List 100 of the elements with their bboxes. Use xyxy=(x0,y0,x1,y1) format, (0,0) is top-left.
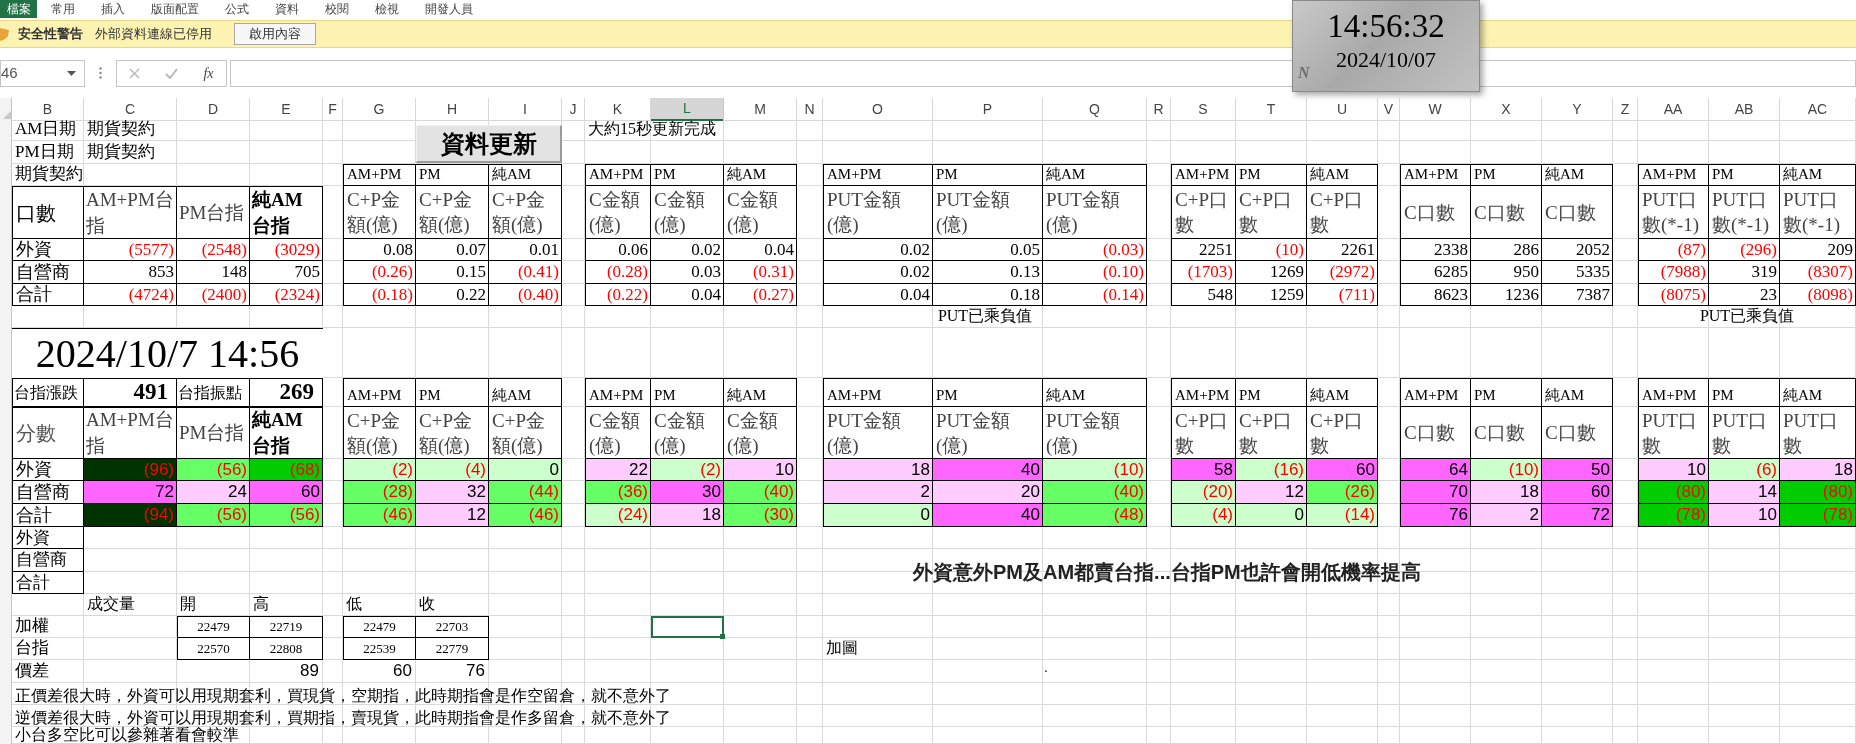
table-cell: (296) xyxy=(1709,239,1780,261)
column-header[interactable]: Q xyxy=(1043,98,1147,121)
column-header[interactable]: J xyxy=(562,98,585,121)
column-header[interactable]: L xyxy=(651,98,724,121)
column-header[interactable]: P xyxy=(933,98,1043,121)
column-header[interactable]: Z xyxy=(1613,98,1638,121)
table-cell: 1269 xyxy=(1236,261,1307,284)
column-header: 純AM xyxy=(1043,378,1147,407)
ribbon-tab[interactable]: 校閱 xyxy=(325,0,349,18)
ribbon-tab[interactable]: 版面配置 xyxy=(151,0,199,18)
row-header: 外資 xyxy=(12,239,84,261)
table-cell: (14) xyxy=(1307,504,1378,527)
column-header[interactable]: AC xyxy=(1780,98,1856,121)
column-header: AM+PM xyxy=(1400,164,1471,186)
table-cell: 22479 xyxy=(177,616,250,638)
table-cell: (0.27) xyxy=(724,284,797,306)
column-header[interactable]: K xyxy=(585,98,651,121)
column-header[interactable]: E xyxy=(250,98,323,121)
column-header[interactable]: Y xyxy=(1542,98,1613,121)
column-header[interactable]: AB xyxy=(1709,98,1780,121)
column-header: 純AM xyxy=(1307,378,1378,407)
column-header: PUT口數(*-1) xyxy=(1709,186,1780,239)
column-header[interactable]: X xyxy=(1471,98,1542,121)
table-cell: (0.22) xyxy=(585,284,651,306)
table-cell: 0.07 xyxy=(416,239,489,261)
table-cell: 60 xyxy=(1542,481,1613,504)
column-header[interactable]: D xyxy=(177,98,250,121)
stat-label: 台指漲跌 xyxy=(12,378,84,407)
drag-handle-icon[interactable] xyxy=(99,67,102,79)
ribbon-tab[interactable]: 插入 xyxy=(101,0,125,18)
check-icon[interactable] xyxy=(165,67,179,79)
table-cell: 286 xyxy=(1471,239,1542,261)
note-text: 小台多空比可以參雜著看會較準 xyxy=(14,727,240,744)
column-header[interactable]: I xyxy=(489,98,562,121)
table-cell: 2261 xyxy=(1307,239,1378,261)
cell-text: 60 xyxy=(392,660,413,682)
column-header[interactable]: W xyxy=(1400,98,1471,121)
stat-value: 491 xyxy=(84,378,177,407)
column-header[interactable]: C xyxy=(84,98,177,121)
table-cell: (0.40) xyxy=(489,284,562,306)
table-cell: 72 xyxy=(1542,504,1613,527)
column-header[interactable]: H xyxy=(416,98,489,121)
column-header[interactable]: G xyxy=(343,98,416,121)
column-header[interactable]: N xyxy=(797,98,823,121)
cancel-icon[interactable] xyxy=(129,67,141,79)
cell-text: 台指 xyxy=(14,638,50,659)
dropdown-icon[interactable] xyxy=(67,70,76,76)
ribbon-tab[interactable]: 資料 xyxy=(275,0,299,18)
table-cell: 40 xyxy=(933,459,1043,481)
column-header[interactable]: V xyxy=(1378,98,1400,121)
table-cell: 14 xyxy=(1709,481,1780,504)
cell-text: 期貨契約 xyxy=(86,119,156,140)
table-cell: 7387 xyxy=(1542,284,1613,306)
name-box[interactable]: 46 xyxy=(0,59,85,87)
table-cell: 209 xyxy=(1780,239,1856,261)
ribbon-tab[interactable]: 常用 xyxy=(51,0,75,18)
cell-text: 收 xyxy=(418,594,436,614)
cell-text: PM日期 xyxy=(14,141,75,163)
cell-text: 成交量 xyxy=(86,594,136,614)
enable-content-button[interactable]: 啟用內容 xyxy=(234,23,316,45)
column-header[interactable]: AA xyxy=(1638,98,1709,121)
column-header[interactable]: S xyxy=(1171,98,1236,121)
table-cell: (20) xyxy=(1171,481,1236,504)
cell-text: 價差 xyxy=(14,660,50,682)
table-cell: (10) xyxy=(1043,459,1147,481)
column-header: C+P口數 xyxy=(1307,186,1378,239)
column-header: 純AM台指 xyxy=(250,407,323,459)
column-header: C+P口數 xyxy=(1171,186,1236,239)
insert-function-button[interactable]: fx xyxy=(203,62,214,84)
table-cell: 32 xyxy=(416,481,489,504)
file-tab[interactable]: 檔案 xyxy=(0,0,37,18)
table-cell: (56) xyxy=(250,504,323,527)
column-header[interactable]: R xyxy=(1147,98,1171,121)
column-header: C+P金額(億) xyxy=(489,186,562,239)
ribbon-tab[interactable]: 公式 xyxy=(225,0,249,18)
column-header[interactable]: F xyxy=(323,98,343,121)
row-header: 合計 xyxy=(12,284,84,306)
cell-text: 高 xyxy=(252,594,270,614)
column-header[interactable]: O xyxy=(823,98,933,121)
column-header: PUT金額(億) xyxy=(1043,407,1147,459)
table-cell: 0.04 xyxy=(724,239,797,261)
table-cell: 0.04 xyxy=(823,284,933,306)
column-header[interactable]: U xyxy=(1307,98,1378,121)
note-text: 逆價差很大時，外資可以用現期套利，買期指，賣現貨，此時期指會是作多留倉，就不意外了 xyxy=(14,708,672,727)
column-header: C金額(億) xyxy=(651,407,724,459)
ribbon-tab[interactable]: 檢視 xyxy=(375,0,399,18)
table-cell: 0.22 xyxy=(416,284,489,306)
table-cell: (0.10) xyxy=(1043,261,1147,284)
ribbon-tab[interactable]: 開發人員 xyxy=(425,0,473,18)
column-header[interactable]: B xyxy=(12,98,84,121)
refresh-button[interactable]: 資料更新 xyxy=(416,125,562,163)
table-cell: 24 xyxy=(177,481,250,504)
cell-reference: 46 xyxy=(1,62,18,83)
column-header[interactable]: M xyxy=(724,98,797,121)
table-cell: 23 xyxy=(1709,284,1780,306)
column-header: C+P口數 xyxy=(1236,186,1307,239)
table-cell: (0.03) xyxy=(1043,239,1147,261)
table-cell: (2400) xyxy=(177,284,250,306)
column-header: PM xyxy=(416,378,489,407)
column-header[interactable]: T xyxy=(1236,98,1307,121)
